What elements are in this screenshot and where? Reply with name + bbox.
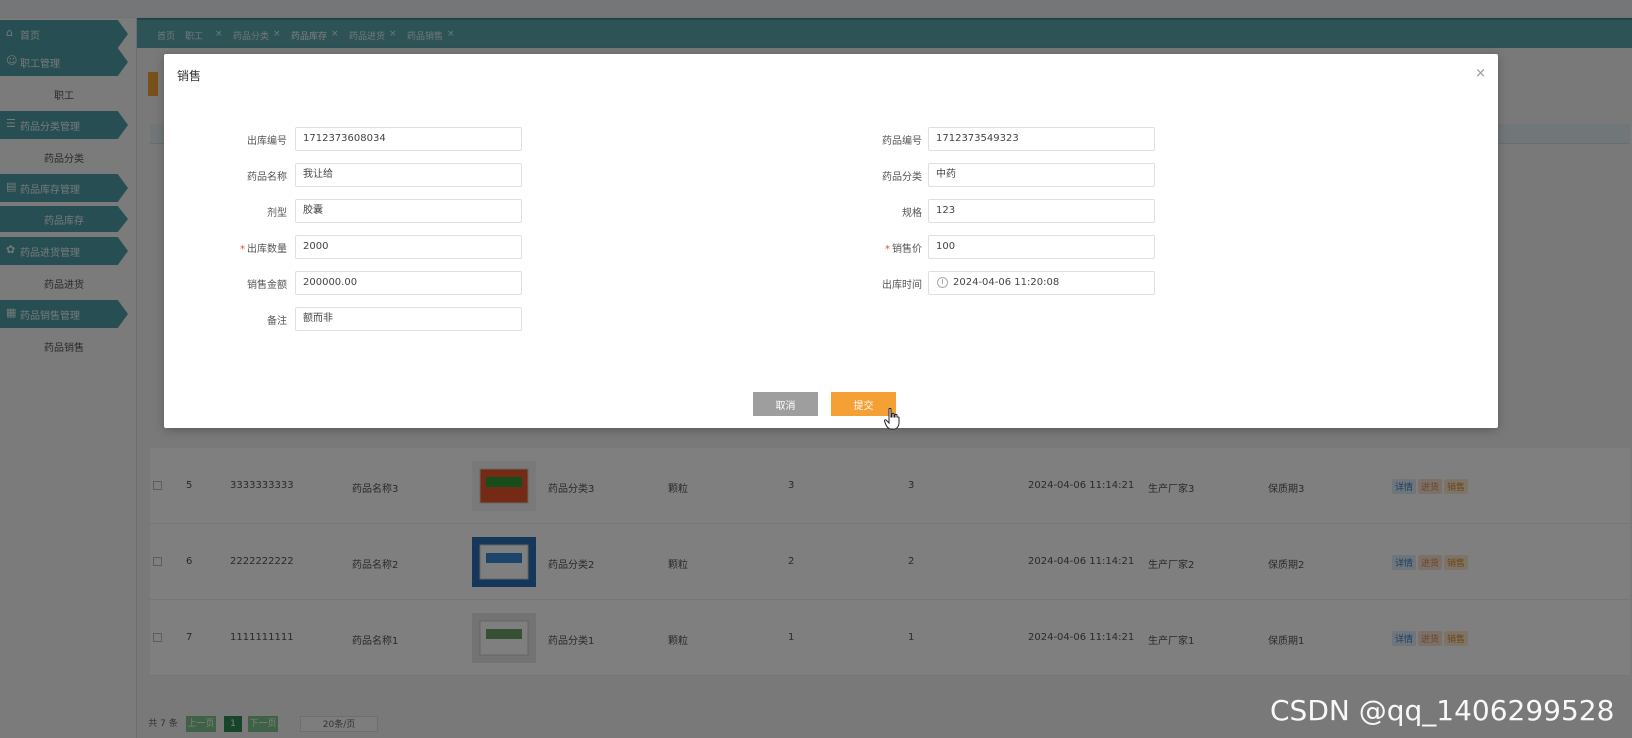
field-label: 药品编号 bbox=[882, 136, 922, 147]
field-label: 出库时间 bbox=[882, 280, 922, 291]
field-label: 药品分类 bbox=[882, 172, 922, 183]
text-input[interactable]: 额而非 bbox=[295, 307, 522, 331]
form-row: 药品编号 1712373549323 bbox=[164, 127, 1498, 151]
field-label: 规格 bbox=[902, 208, 922, 219]
form-row: 出库时间 2024-04-06 11:20:08 bbox=[164, 271, 1498, 295]
text-input[interactable]: 123 bbox=[928, 199, 1155, 223]
form-row: 药品分类 中药 bbox=[164, 163, 1498, 187]
hand-cursor-icon bbox=[884, 408, 900, 430]
text-input[interactable]: 中药 bbox=[928, 163, 1155, 187]
field-label: 备注 bbox=[267, 316, 287, 327]
close-icon[interactable]: × bbox=[1475, 66, 1486, 81]
clock-icon bbox=[937, 277, 948, 288]
csdn-watermark: CSDN @qq_1406299528 bbox=[1270, 694, 1615, 727]
form-row: 备注 额而非 bbox=[164, 307, 1498, 331]
field-label: * 销售价 bbox=[885, 244, 922, 255]
text-input[interactable]: 100 bbox=[928, 235, 1155, 259]
form-row: 规格 123 bbox=[164, 199, 1498, 223]
cancel-button[interactable]: 取消 bbox=[753, 392, 818, 416]
sales-dialog: 销售 × 出库编号 1712373608034 药品名称 我让给 剂型 胶囊 * 出库数量 20… bbox=[164, 54, 1498, 428]
form-row: * 销售价 100 bbox=[164, 235, 1498, 259]
datetime-input[interactable]: 2024-04-06 11:20:08 bbox=[928, 271, 1155, 295]
required-mark: * bbox=[885, 244, 890, 255]
dialog-title: 销售 bbox=[177, 69, 202, 83]
text-input[interactable]: 1712373549323 bbox=[928, 127, 1155, 151]
